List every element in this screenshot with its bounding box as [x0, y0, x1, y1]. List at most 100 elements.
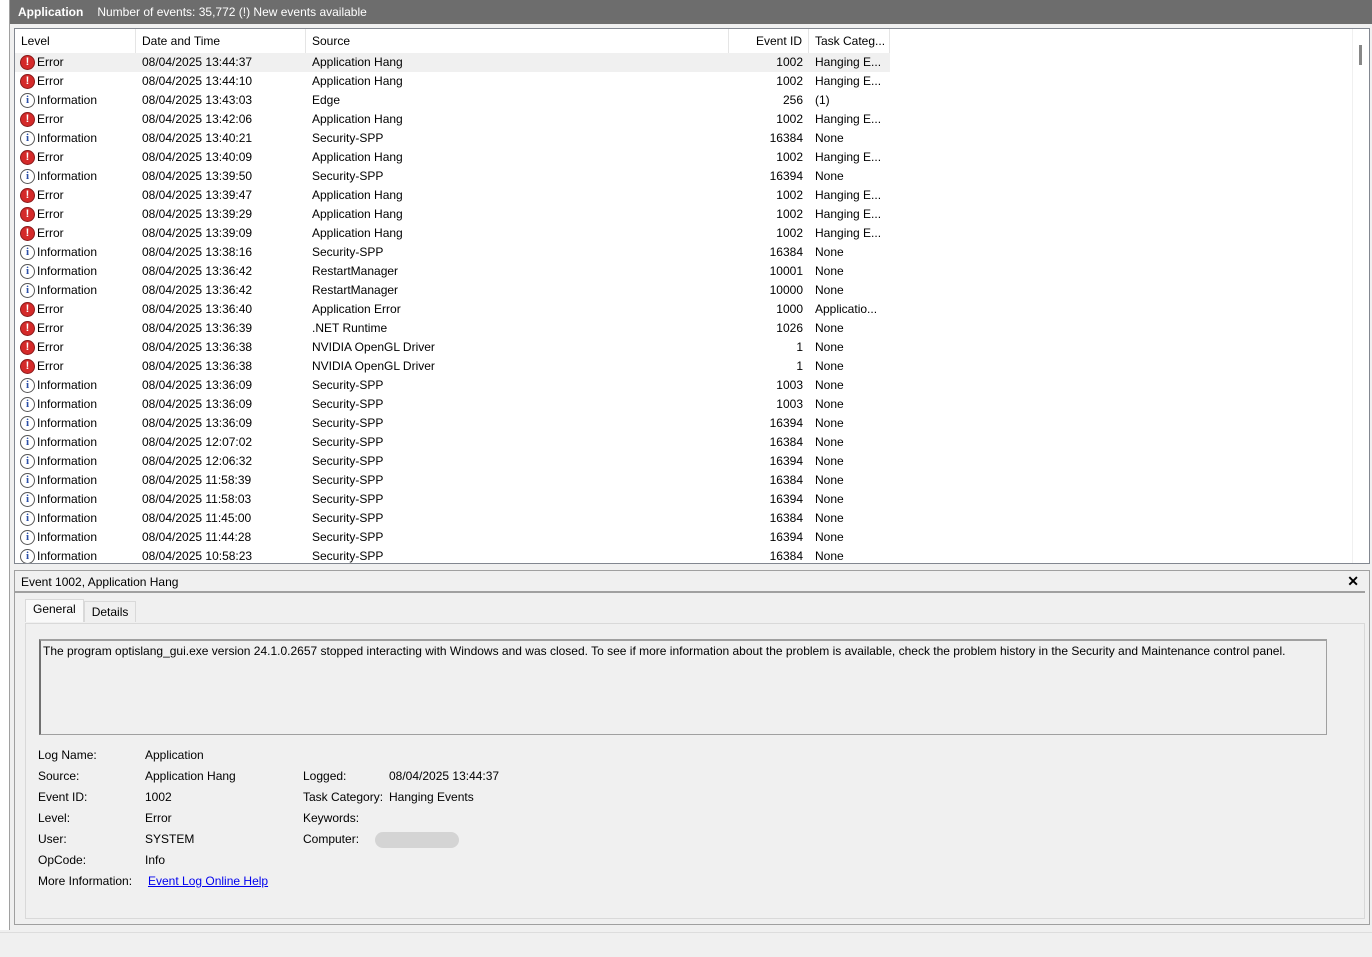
event-row[interactable]: ! Error 08/04/2025 13:36:38 NVIDIA OpenGL…	[15, 357, 1369, 376]
left-pane-edge	[0, 0, 10, 930]
level-cell: i Information	[15, 414, 136, 433]
task-category-cell: None	[815, 473, 844, 487]
info-icon: i	[20, 131, 35, 146]
event-row[interactable]: i Information 08/04/2025 13:43:03 Edge 25…	[15, 91, 1369, 110]
task-category-cell: Hanging E...	[815, 55, 882, 69]
event-row[interactable]: ! Error 08/04/2025 13:36:39 .NET Runtime …	[15, 319, 1369, 338]
user-label: User:	[38, 832, 67, 846]
event-row[interactable]: i Information 08/04/2025 12:06:32 Securit…	[15, 452, 1369, 471]
event-log-help-link[interactable]: Event Log Online Help	[148, 874, 268, 888]
task-category-cell: None	[815, 283, 844, 297]
event-row[interactable]: ! Error 08/04/2025 13:36:38 NVIDIA OpenGL…	[15, 338, 1369, 357]
level-cell: ! Error	[15, 338, 136, 357]
event-id-cell: 1002	[776, 112, 803, 126]
event-row[interactable]: i Information 08/04/2025 13:36:09 Securit…	[15, 376, 1369, 395]
event-row[interactable]: ! Error 08/04/2025 13:39:09 Application H…	[15, 224, 1369, 243]
source-cell: Security-SPP	[312, 454, 384, 468]
date-cell: 08/04/2025 13:44:10	[142, 74, 253, 88]
event-id-cell: 16394	[769, 530, 803, 544]
level-cell: ! Error	[15, 72, 136, 91]
date-cell: 08/04/2025 13:36:39	[142, 321, 253, 335]
event-row[interactable]: i Information 08/04/2025 13:40:21 Securit…	[15, 129, 1369, 148]
vertical-scrollbar[interactable]	[1352, 29, 1369, 563]
date-cell: 08/04/2025 13:43:03	[142, 93, 253, 107]
level-text: Information	[37, 511, 98, 525]
source-cell: Application Hang	[312, 55, 403, 69]
level-text: Information	[37, 378, 98, 392]
event-row[interactable]: i Information 08/04/2025 10:58:23 Securit…	[15, 547, 1369, 563]
task-category-cell: None	[815, 245, 844, 259]
task-category-cell: Hanging E...	[815, 226, 882, 240]
task-category-cell: (1)	[815, 93, 830, 107]
tab-details[interactable]: Details	[83, 601, 137, 622]
event-row[interactable]: ! Error 08/04/2025 13:40:09 Application H…	[15, 148, 1369, 167]
info-icon: i	[20, 416, 35, 431]
event-row[interactable]: i Information 08/04/2025 11:58:03 Securit…	[15, 490, 1369, 509]
close-icon[interactable]: ✕	[1347, 573, 1359, 590]
info-icon: i	[20, 454, 35, 469]
tab-general[interactable]: General	[25, 599, 84, 622]
event-detail-pane: Event 1002, Application Hang ✕ General D…	[14, 570, 1370, 925]
source-cell: Security-SPP	[312, 131, 384, 145]
date-cell: 08/04/2025 11:44:28	[142, 530, 252, 544]
scroll-thumb[interactable]	[1359, 45, 1362, 65]
level-cell: i Information	[15, 167, 136, 186]
level-cell: i Information	[15, 547, 136, 563]
level-cell: ! Error	[15, 110, 136, 129]
event-id-cell: 1026	[776, 321, 803, 335]
event-row[interactable]: ! Error 08/04/2025 13:44:37 Application H…	[15, 53, 890, 72]
level-text: Error	[37, 55, 64, 69]
source-cell: Application Hang	[312, 188, 403, 202]
event-id-cell: 1002	[776, 55, 803, 69]
event-row[interactable]: i Information 08/04/2025 11:45:00 Securit…	[15, 509, 1369, 528]
event-description[interactable]: The program optislang_gui.exe version 24…	[39, 639, 1327, 735]
event-row[interactable]: i Information 08/04/2025 13:36:42 Restart…	[15, 281, 1369, 300]
event-row[interactable]: ! Error 08/04/2025 13:44:10 Application H…	[15, 72, 1369, 91]
level-cell: i Information	[15, 433, 136, 452]
task-category-cell: None	[815, 549, 844, 563]
task-category-cell: None	[815, 511, 844, 525]
task-category-cell: Hanging E...	[815, 188, 882, 202]
event-id-cell: 10000	[769, 283, 803, 297]
error-icon: !	[20, 112, 35, 127]
source-cell: Application Hang	[312, 226, 403, 240]
source-cell: RestartManager	[312, 264, 399, 278]
task-category-cell: None	[815, 378, 844, 392]
col-source[interactable]: Source	[306, 29, 729, 53]
task-category-cell: None	[815, 397, 844, 411]
level-text: Error	[37, 188, 64, 202]
event-row[interactable]: i Information 08/04/2025 13:36:09 Securit…	[15, 414, 1369, 433]
event-id-label: Event ID:	[38, 790, 88, 804]
source-cell: Security-SPP	[312, 549, 384, 563]
event-row[interactable]: i Information 08/04/2025 13:39:50 Securit…	[15, 167, 1369, 186]
event-row[interactable]: ! Error 08/04/2025 13:42:06 Application H…	[15, 110, 1369, 129]
event-id-cell: 1002	[776, 226, 803, 240]
event-row[interactable]: i Information 08/04/2025 13:36:42 Restart…	[15, 262, 1369, 281]
info-icon: i	[20, 530, 35, 545]
event-row[interactable]: ! Error 08/04/2025 13:39:47 Application H…	[15, 186, 1369, 205]
col-event-id[interactable]: Event ID	[729, 29, 809, 53]
general-tab-panel: The program optislang_gui.exe version 24…	[25, 623, 1365, 919]
event-row[interactable]: i Information 08/04/2025 12:07:02 Securit…	[15, 433, 1369, 452]
detail-title: Event 1002, Application Hang	[15, 571, 1365, 593]
source-cell: Application Hang	[312, 207, 403, 221]
event-list[interactable]: Level Date and Time Source Event ID Task…	[14, 28, 1370, 564]
event-row[interactable]: i Information 08/04/2025 11:44:28 Securit…	[15, 528, 1369, 547]
date-cell: 08/04/2025 13:36:40	[142, 302, 253, 316]
log-name-value: Application	[145, 748, 204, 762]
source-cell: Application Error	[312, 302, 401, 316]
event-row[interactable]: ! Error 08/04/2025 13:39:29 Application H…	[15, 205, 1369, 224]
level-cell: ! Error	[15, 148, 136, 167]
event-row[interactable]: ! Error 08/04/2025 13:36:40 Application E…	[15, 300, 1369, 319]
level-cell: i Information	[15, 376, 136, 395]
col-level[interactable]: Level	[15, 29, 136, 53]
source-cell: .NET Runtime	[312, 321, 388, 335]
event-row[interactable]: i Information 08/04/2025 13:36:09 Securit…	[15, 395, 1369, 414]
event-row[interactable]: i Information 08/04/2025 11:58:39 Securit…	[15, 471, 1369, 490]
level-text: Error	[37, 226, 64, 240]
col-task-category[interactable]: Task Categ...	[809, 29, 890, 53]
col-date[interactable]: Date and Time	[136, 29, 306, 53]
level-text: Error	[37, 302, 64, 316]
event-id-cell: 10001	[769, 264, 803, 278]
event-row[interactable]: i Information 08/04/2025 13:38:16 Securit…	[15, 243, 1369, 262]
